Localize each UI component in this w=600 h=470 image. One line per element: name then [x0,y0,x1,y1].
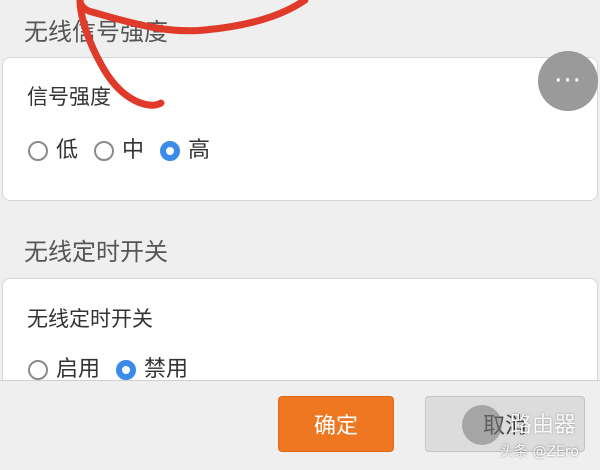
more-options-button[interactable]: ··· [538,51,598,111]
radio-option-disable[interactable]: 禁用 [116,359,188,381]
radio-circle-high [160,141,181,161]
radio-circle-disable [116,360,137,380]
radio-label-medium: 中 [122,138,145,163]
signal-section-title: 无线信号强度 [24,18,168,46]
radio-label-enable: 启用 [56,357,101,382]
radio-option-medium[interactable]: 中 [94,140,144,162]
radio-option-high[interactable]: 高 [160,140,210,162]
radio-label-low: 低 [56,138,79,163]
signal-strength-radio-group: 低 中 高 [28,140,226,162]
radio-label-disable: 禁用 [144,357,189,382]
radio-option-enable[interactable]: 启用 [28,359,100,381]
radio-circle-low [28,141,48,161]
signal-strength-card [2,57,598,201]
radio-circle-enable [28,360,48,380]
more-dots-icon: ··· [554,66,582,96]
cancel-button[interactable]: 取消 [425,396,585,452]
radio-option-low[interactable]: 低 [28,140,78,162]
radio-circle-medium [94,141,115,161]
confirm-button[interactable]: 确定 [278,396,394,452]
radio-label-high: 高 [188,138,211,163]
signal-strength-label: 信号强度 [27,85,111,109]
timer-section-title: 无线定时开关 [24,238,168,266]
timer-switch-label: 无线定时开关 [27,307,153,331]
timer-switch-radio-group: 启用 禁用 [28,359,204,381]
